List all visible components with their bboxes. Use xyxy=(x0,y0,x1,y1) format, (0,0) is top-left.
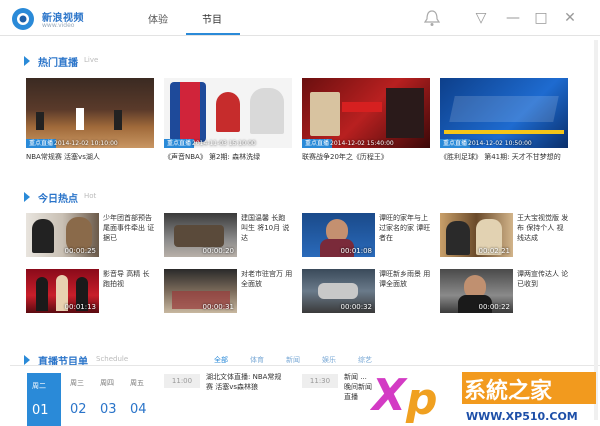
section-title: 今日热点 xyxy=(38,194,78,205)
hot-item[interactable]: 00:01:08 谭旺的家年与上 过家名的家 谭旺 者在 xyxy=(302,213,432,257)
hot-thumbnail[interactable]: 00:01:13 xyxy=(26,269,99,313)
day-label[interactable]: 周四 xyxy=(100,378,114,388)
live-card[interactable]: 重点直播 2014-12-02 10:50:00 《胜利足球》 第41期: 天才… xyxy=(440,78,568,162)
hot-item[interactable]: 00:02:21 王大宝视觉版 发布 保持个人 视线达成 xyxy=(440,213,570,257)
hot-thumbnail[interactable]: 00:00:22 xyxy=(440,269,513,313)
scrollbar[interactable] xyxy=(594,40,598,420)
hot-title[interactable]: 建国温馨 长跑 叫生 将10月 说达 xyxy=(241,213,293,243)
svg-text:p: p xyxy=(405,374,438,425)
duration-label: 00:01:08 xyxy=(340,247,372,255)
svg-text:系統之家: 系統之家 xyxy=(464,378,553,404)
live-badge: 重点直播 xyxy=(26,139,57,148)
section-subtitle: Hot xyxy=(84,192,97,200)
schedule-tab-all[interactable]: 全部 xyxy=(214,355,228,365)
hot-title[interactable]: 谭两宣传达人 论已收到 xyxy=(517,269,569,289)
live-title[interactable]: 《胜利足球》 第41期: 天才不甘梦想的 xyxy=(440,152,568,162)
live-thumbnail[interactable]: 重点直播 2014-12-02 10:10:00 xyxy=(26,78,154,148)
live-thumbnail[interactable]: 重点直播 2014-11-03 15:10:00 xyxy=(164,78,292,148)
day-label[interactable]: 周三 xyxy=(70,378,84,388)
hot-item[interactable]: 00:00:31 对老市驻宫万 用全面放 xyxy=(164,269,294,313)
bell-icon[interactable] xyxy=(424,9,440,27)
hot-title[interactable]: 对老市驻宫万 用全面放 xyxy=(241,269,293,289)
tab-experience[interactable]: 体验 xyxy=(148,11,168,26)
watermark-logo-icon: X p 系統之家 WWW.XP510.COM xyxy=(369,370,596,425)
maximize-button[interactable]: □ xyxy=(532,9,550,27)
live-thumbnail[interactable]: 重点直播 2014-12-02 10:50:00 xyxy=(440,78,568,148)
divider xyxy=(10,365,600,366)
close-button[interactable]: ✕ xyxy=(561,9,579,27)
duration-label: 00:00:20 xyxy=(202,247,234,255)
duration-label: 00:00:25 xyxy=(64,247,96,255)
section-subtitle: Live xyxy=(84,56,99,64)
live-thumbnail[interactable]: 重点直播 2014-12-02 15:40:00 xyxy=(302,78,430,148)
section-arrow-icon xyxy=(24,355,30,365)
live-card[interactable]: 重点直播 2014-12-02 15:40:00 联赛战争20年之《历程王》 xyxy=(302,78,430,162)
hot-title[interactable]: 少年团首部预告 尾面事件牵出 证据已 xyxy=(103,213,155,243)
hot-thumbnail[interactable]: 00:00:25 xyxy=(26,213,99,257)
watermark: X p 系統之家 WWW.XP510.COM xyxy=(369,368,598,426)
program-title[interactable]: 湖北文体直播: NBA常规赛 活塞vs森林狼 xyxy=(206,372,286,392)
live-title[interactable]: 联赛战争20年之《历程王》 xyxy=(302,152,430,162)
live-time: 2014-12-02 10:10:00 xyxy=(54,140,118,147)
hot-title[interactable]: 谭旺的家年与上 过家名的家 谭旺 者在 xyxy=(379,213,431,243)
schedule-tab-sports[interactable]: 体育 xyxy=(250,355,264,365)
schedule-tab-ent[interactable]: 娱乐 xyxy=(322,355,336,365)
duration-label: 00:01:13 xyxy=(64,303,96,311)
schedule-tab-variety[interactable]: 综艺 xyxy=(358,355,372,365)
hot-item[interactable]: 00:01:13 影音导 高精 长跑拍视 xyxy=(26,269,156,313)
hot-thumbnail[interactable]: 00:00:20 xyxy=(164,213,237,257)
day-number: 01 xyxy=(32,403,49,418)
live-title[interactable]: 《声音NBA》 第2期: 森林洗绿 xyxy=(164,152,292,162)
hot-thumbnail[interactable]: 00:00:31 xyxy=(164,269,237,313)
minimize-button[interactable]: — xyxy=(504,9,522,27)
hot-title[interactable]: 谭旺新乡雨景 用谭全面放 xyxy=(379,269,431,289)
section-title: 热门直播 xyxy=(38,58,78,69)
svg-text:WWW.XP510.COM: WWW.XP510.COM xyxy=(466,410,578,423)
hot-title[interactable]: 影音导 高精 长跑拍视 xyxy=(103,269,155,289)
menu-dropdown-icon[interactable]: ▽ xyxy=(472,9,490,27)
duration-label: 00:00:32 xyxy=(340,303,372,311)
day-label: 周二 xyxy=(32,382,46,390)
app-logo-icon xyxy=(12,8,34,30)
active-tab-indicator xyxy=(186,33,240,35)
day-label[interactable]: 周五 xyxy=(130,378,144,388)
svg-text:X: X xyxy=(370,370,408,421)
hot-title[interactable]: 王大宝视觉版 发布 保持个人 视线达成 xyxy=(517,213,569,243)
program-time: 11:00 xyxy=(164,374,200,388)
day-number[interactable]: 04 xyxy=(130,402,147,417)
schedule-tab-news[interactable]: 新闻 xyxy=(286,355,300,365)
live-time: 2014-11-03 15:10:00 xyxy=(192,140,256,147)
section-arrow-icon xyxy=(24,56,30,66)
section-arrow-icon xyxy=(24,192,30,202)
live-time: 2014-12-02 15:40:00 xyxy=(330,140,394,147)
app-subtitle: www.video xyxy=(42,22,75,29)
day-selector-active[interactable]: 周二 01 xyxy=(27,373,61,426)
duration-label: 00:00:31 xyxy=(202,303,234,311)
live-card[interactable]: 重点直播 2014-11-03 15:10:00 《声音NBA》 第2期: 森林… xyxy=(164,78,292,162)
live-title[interactable]: NBA常规赛 活塞vs湖人 xyxy=(26,152,154,162)
title-bar: 新浪视频 www.video 体验 节目 ▽ — □ ✕ xyxy=(0,0,600,36)
hot-item[interactable]: 00:00:25 少年团首部预告 尾面事件牵出 证据已 xyxy=(26,213,156,257)
hot-item[interactable]: 00:00:22 谭两宣传达人 论已收到 xyxy=(440,269,570,313)
duration-label: 00:02:21 xyxy=(478,247,510,255)
hot-thumbnail[interactable]: 00:01:08 xyxy=(302,213,375,257)
program-time: 11:30 xyxy=(302,374,338,388)
section-subtitle: Schedule xyxy=(96,355,129,363)
tab-programs[interactable]: 节目 xyxy=(202,11,222,26)
day-number[interactable]: 03 xyxy=(100,402,117,417)
hot-thumbnail[interactable]: 00:00:32 xyxy=(302,269,375,313)
day-number[interactable]: 02 xyxy=(70,402,87,417)
hot-item[interactable]: 00:00:32 谭旺新乡雨景 用谭全面放 xyxy=(302,269,432,313)
live-badge: 重点直播 xyxy=(440,139,471,148)
live-badge: 重点直播 xyxy=(302,139,333,148)
live-badge: 重点直播 xyxy=(164,139,195,148)
live-card[interactable]: 重点直播 2014-12-02 10:10:00 NBA常规赛 活塞vs湖人 xyxy=(26,78,154,162)
hot-thumbnail[interactable]: 00:02:21 xyxy=(440,213,513,257)
hot-item[interactable]: 00:00:20 建国温馨 长跑 叫生 将10月 说达 xyxy=(164,213,294,257)
duration-label: 00:00:22 xyxy=(478,303,510,311)
live-time: 2014-12-02 10:50:00 xyxy=(468,140,532,147)
